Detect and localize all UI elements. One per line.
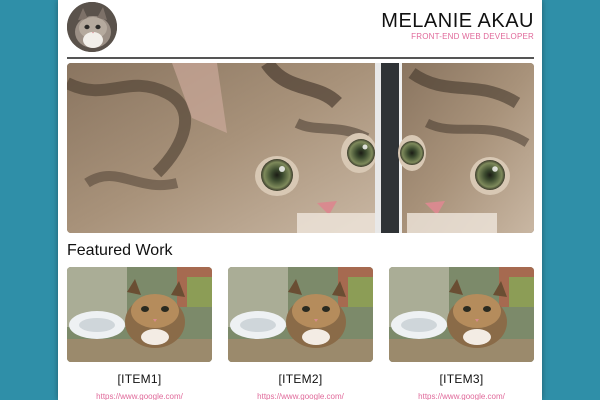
featured-item-link[interactable]: https://www.google.com/ bbox=[389, 392, 534, 400]
site-owner-name: MELANIE AKAU bbox=[381, 10, 534, 32]
featured-item-title: [ITEM3] bbox=[439, 372, 484, 386]
header-divider bbox=[67, 57, 534, 59]
featured-item-image[interactable] bbox=[228, 267, 373, 362]
featured-item-image[interactable] bbox=[67, 267, 212, 362]
featured-item-image[interactable] bbox=[389, 267, 534, 362]
hero-image bbox=[67, 63, 534, 233]
featured-item-card: [ITEM2] https://www.google.com/ bbox=[228, 267, 373, 400]
featured-item-link[interactable]: https://www.google.com/ bbox=[67, 392, 212, 400]
featured-item-link[interactable]: https://www.google.com/ bbox=[228, 392, 373, 400]
avatar bbox=[67, 2, 117, 52]
featured-item-title: [ITEM2] bbox=[278, 372, 323, 386]
page-container: MELANIE AKAU FRONT-END WEB DEVELOPER Fea… bbox=[58, 0, 542, 400]
featured-work-heading: Featured Work bbox=[67, 242, 173, 259]
featured-item-title: [ITEM1] bbox=[117, 372, 162, 386]
featured-item-card: [ITEM3] https://www.google.com/ bbox=[389, 267, 534, 400]
site-owner-role: FRONT-END WEB DEVELOPER bbox=[411, 32, 534, 41]
avatar-kitten-image bbox=[67, 2, 117, 52]
featured-item-card: [ITEM1] https://www.google.com/ bbox=[67, 267, 212, 400]
